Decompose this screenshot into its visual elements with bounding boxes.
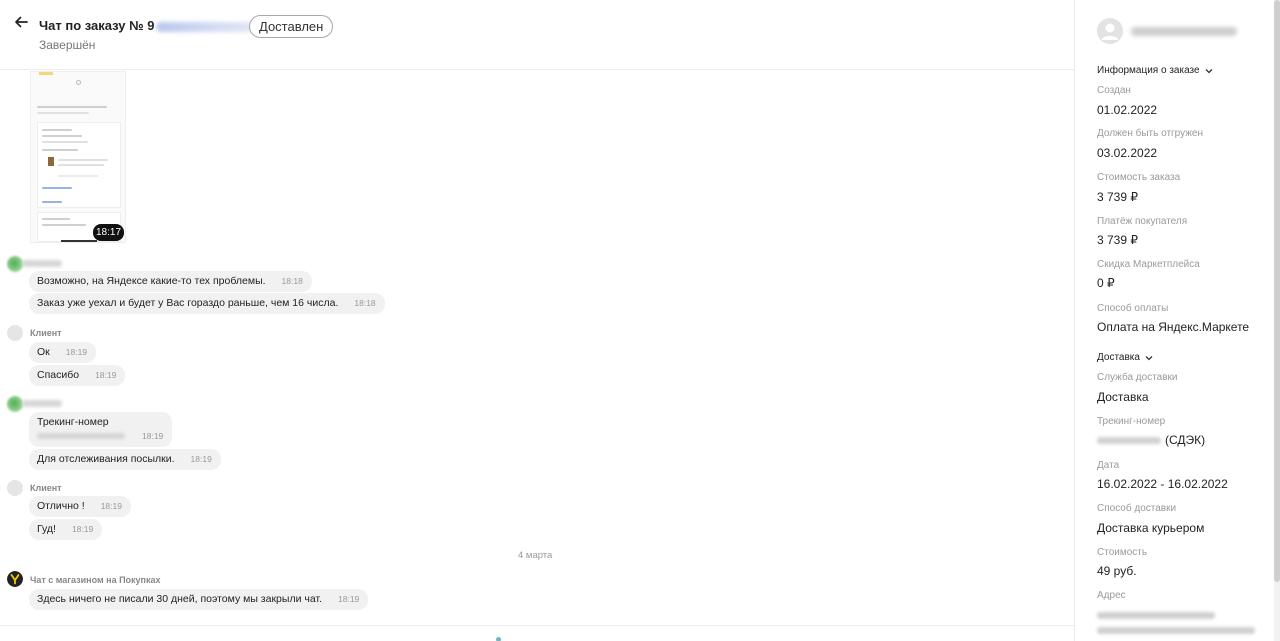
back-arrow-icon[interactable] [12, 13, 30, 31]
seller-avatar [7, 396, 23, 412]
message-time: 18:19 [71, 524, 94, 534]
field-value: 0 ₽ [1097, 276, 1115, 290]
sender-name: Клиент [30, 328, 62, 338]
message-bubble: Ок 18:19 [29, 342, 97, 363]
message-bubble: Для отслеживания посылки. 18:19 [29, 449, 221, 470]
scrollbar[interactable] [1274, 0, 1280, 641]
chevron-down-icon [1145, 355, 1153, 360]
message-time: 18:19 [100, 501, 122, 511]
seller-name-redacted [22, 260, 62, 267]
seller-name-redacted [22, 400, 62, 407]
delivery-section-toggle[interactable]: Доставка [1097, 352, 1154, 363]
yandex-market-logo-icon [7, 571, 23, 587]
message-text: Ок [37, 346, 50, 358]
section-title: Информация о заказе [1097, 65, 1200, 76]
chat-app: Чат по заказу № 9 Доставлен Завершён 18:… [0, 0, 1280, 641]
message-bubble: Трекинг-номер 18:19 [29, 412, 172, 447]
field-label: Стоимость заказа [1097, 172, 1181, 183]
message-text: Для отслеживания посылки. [37, 453, 175, 465]
message-bubble: Возможно, на Яндексе какие-то тех пробле… [29, 271, 312, 292]
client-avatar [7, 480, 23, 496]
field-value: Доставка курьером [1097, 521, 1205, 535]
date-separator: 4 марта [518, 550, 553, 561]
field-value: Оплата на Яндекс.Маркете [1097, 320, 1250, 334]
tracking-number-redacted [37, 433, 125, 439]
field-label: Служба доставки [1097, 372, 1178, 383]
page-title: Чат по заказу № 9 [39, 18, 267, 33]
address-redacted [1097, 627, 1255, 634]
message-time: 18:19 [65, 347, 88, 357]
message-time: 18:19 [190, 454, 212, 464]
message-bubble: Заказ уже уехал и будет у Вас гораздо ра… [29, 293, 385, 314]
message-text: Трекинг-номер [37, 416, 109, 428]
field-label: Способ доставки [1097, 503, 1177, 514]
message-text: Возможно, на Яндексе какие-то тех пробле… [37, 275, 266, 287]
address-redacted [1097, 612, 1215, 619]
sender-name: Чат с магазином на Покупках [30, 575, 161, 585]
client-avatar [7, 325, 23, 341]
sender-name: Клиент [30, 483, 62, 493]
message-text: Здесь ничего не писали 30 дней, поэтому … [37, 593, 322, 605]
field-value: 49 руб. [1097, 564, 1137, 578]
field-label: Способ оплаты [1097, 303, 1169, 314]
message-time: 18:19 [95, 370, 117, 380]
message-time: 18:18 [281, 276, 303, 286]
field-label: Скидка Маркетплейса [1097, 259, 1200, 270]
chevron-down-icon [1205, 68, 1213, 73]
message-bubble: Отлично ! 18:19 [29, 496, 131, 517]
image-timestamp: 18:17 [93, 224, 124, 241]
message-bubble: Гуд! 18:19 [29, 519, 103, 540]
order-info-section-toggle[interactable]: Информация о заказе [1097, 65, 1214, 76]
message-text: Отлично ! [37, 500, 85, 512]
status-badge: Доставлен [249, 15, 334, 38]
loading-indicator-icon [496, 637, 501, 641]
customer-name-redacted [1131, 27, 1237, 36]
scrollbar-thumb[interactable] [1274, 0, 1280, 582]
message-text: Гуд! [37, 523, 56, 535]
message-time: 18:19 [142, 431, 164, 441]
field-label: Создан [1097, 85, 1131, 96]
field-label: Дата [1097, 460, 1120, 471]
message-time: 18:18 [354, 298, 376, 308]
field-label: Должен быть отгружен [1097, 128, 1204, 139]
message-text: Спасибо [37, 369, 80, 381]
page-title-text: Чат по заказу № 9 [39, 18, 155, 33]
chat-messages[interactable]: 18:17 Возможно, на Яндексе какие-то тех … [0, 71, 1074, 641]
field-label: Трекинг-номер [1097, 416, 1166, 427]
message-time: 18:19 [338, 594, 360, 604]
chat-status: Завершён [39, 38, 96, 52]
attached-screenshot-image[interactable] [30, 71, 126, 243]
message-bubble: Здесь ничего не писали 30 дней, поэтому … [29, 589, 369, 610]
field-value: Доставка [1097, 390, 1149, 404]
message-bubble: Спасибо 18:19 [29, 365, 126, 386]
field-value: 03.02.2022 [1097, 146, 1158, 160]
field-value: 01.02.2022 [1097, 103, 1158, 117]
message-text: Заказ уже уехал и будет у Вас гораздо ра… [37, 297, 339, 309]
tracking-number-redacted [1097, 437, 1161, 445]
order-info-panel[interactable]: Информация о заказе Создан 01.02.2022 До… [1074, 0, 1280, 641]
field-value: 16.02.2022 - 16.02.2022 [1097, 477, 1228, 491]
customer-avatar-icon [1097, 18, 1123, 44]
field-value-tracking: (СДЭК) [1097, 433, 1205, 447]
tracking-carrier: (СДЭК) [1165, 433, 1206, 447]
section-title: Доставка [1097, 352, 1140, 363]
seller-avatar [7, 256, 23, 272]
field-value: 3 739 ₽ [1097, 233, 1138, 247]
divider [0, 625, 1074, 626]
field-label: Стоимость [1097, 547, 1148, 558]
field-value: 3 739 ₽ [1097, 190, 1138, 204]
field-label: Платёж покупателя [1097, 216, 1188, 227]
field-label: Адрес [1097, 590, 1126, 601]
chat-header: Чат по заказу № 9 Доставлен Завершён [0, 0, 1074, 70]
